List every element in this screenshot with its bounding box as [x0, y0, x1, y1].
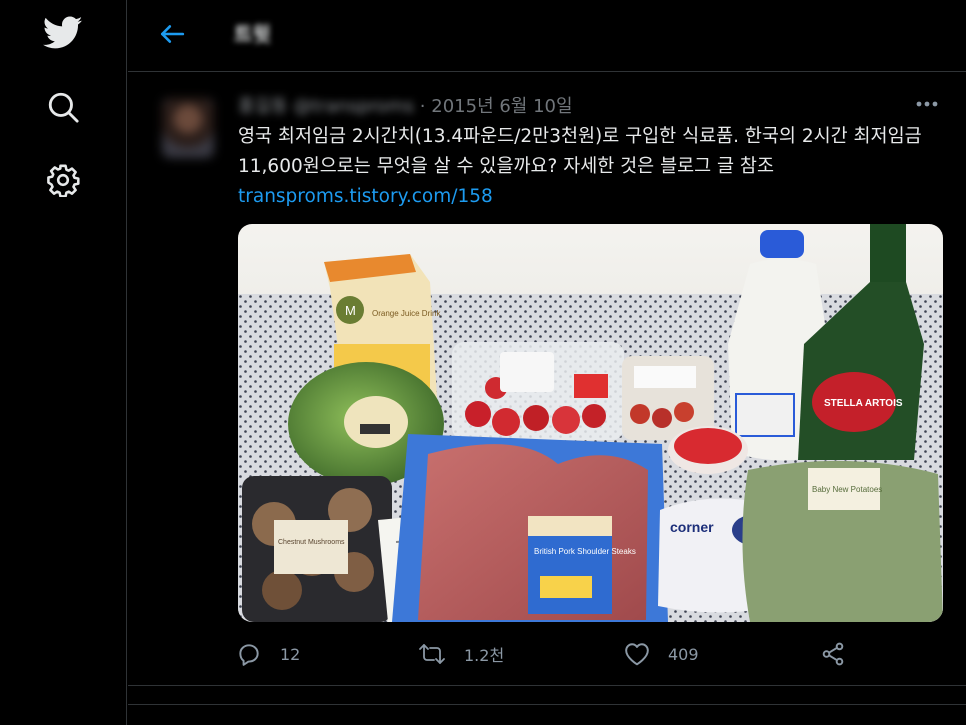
tweet-photo[interactable]: M Orange Juice Drink STELLA ARTOIS Chest…: [238, 224, 943, 622]
like-count: 409: [668, 644, 699, 664]
meta-separator: ·: [419, 96, 426, 117]
heart-icon: [625, 643, 649, 666]
twitter-logo-icon[interactable]: [42, 12, 84, 54]
like-button[interactable]: 409: [624, 634, 699, 674]
retweet-icon: [419, 644, 445, 664]
next-row-divider: [128, 704, 966, 725]
photo-mushrooms: Chestnut Mushrooms: [242, 476, 392, 622]
search-icon[interactable]: [42, 86, 84, 128]
page-title: 트윗: [234, 22, 271, 46]
tweet-body: 영국 최저임금 2시간치(13.4파운드/2만3천원)로 구입한 식료품. 한국…: [238, 126, 922, 177]
tweet-actions: 12 1.2천 409: [236, 634, 956, 674]
avatar[interactable]: [162, 98, 214, 158]
more-options-button[interactable]: [912, 92, 942, 116]
photo-strawberries: [452, 342, 624, 440]
juice-label: Orange Juice Drink: [372, 309, 441, 318]
mushroom-label: Chestnut Mushrooms: [278, 539, 345, 546]
reply-icon: [239, 644, 259, 666]
beer-label: STELLA ARTOIS: [824, 398, 903, 409]
author-name[interactable]: 홍길동: [238, 96, 288, 117]
tweet-meta: 홍길동 @transproms · 2015년 6월 10일: [238, 92, 573, 118]
back-button[interactable]: [154, 16, 190, 52]
tweet-text: 영국 최저임금 2시간치(13.4파운드/2만3천원)로 구입한 식료품. 한국…: [238, 122, 938, 212]
settings-icon[interactable]: [42, 159, 84, 201]
page-header: 트윗: [128, 0, 966, 72]
svg-text:M: M: [345, 303, 356, 318]
sidebar: [0, 0, 127, 725]
reply-button[interactable]: 12: [236, 634, 300, 674]
share-button[interactable]: [820, 634, 846, 674]
tweet-date[interactable]: 2015년 6월 10일: [431, 96, 572, 117]
pork-label: British Pork Shoulder Steaks: [534, 547, 636, 556]
more-horizontal-icon: [916, 101, 938, 107]
corner-label: corner: [670, 519, 714, 535]
potatoes-label: Baby New Potatoes: [812, 485, 882, 494]
author-handle[interactable]: @transproms: [293, 96, 414, 117]
tweet[interactable]: 홍길동 @transproms · 2015년 6월 10일 영국 최저임금 2…: [128, 72, 966, 686]
photo-pork: British Pork Shoulder Steaks: [392, 434, 668, 622]
retweet-button[interactable]: 1.2천: [418, 634, 504, 674]
photo-potatoes: Baby New Potatoes: [742, 460, 943, 622]
reply-count: 12: [280, 644, 301, 664]
share-icon: [822, 642, 844, 666]
tweet-link[interactable]: transproms.tistory.com/158: [238, 182, 938, 212]
main-column: 트윗 홍길동 @transproms · 2015년 6월 10일 영국 최저임…: [128, 0, 966, 725]
retweet-count: 1.2천: [464, 646, 505, 665]
arrow-left-icon: [160, 25, 185, 43]
